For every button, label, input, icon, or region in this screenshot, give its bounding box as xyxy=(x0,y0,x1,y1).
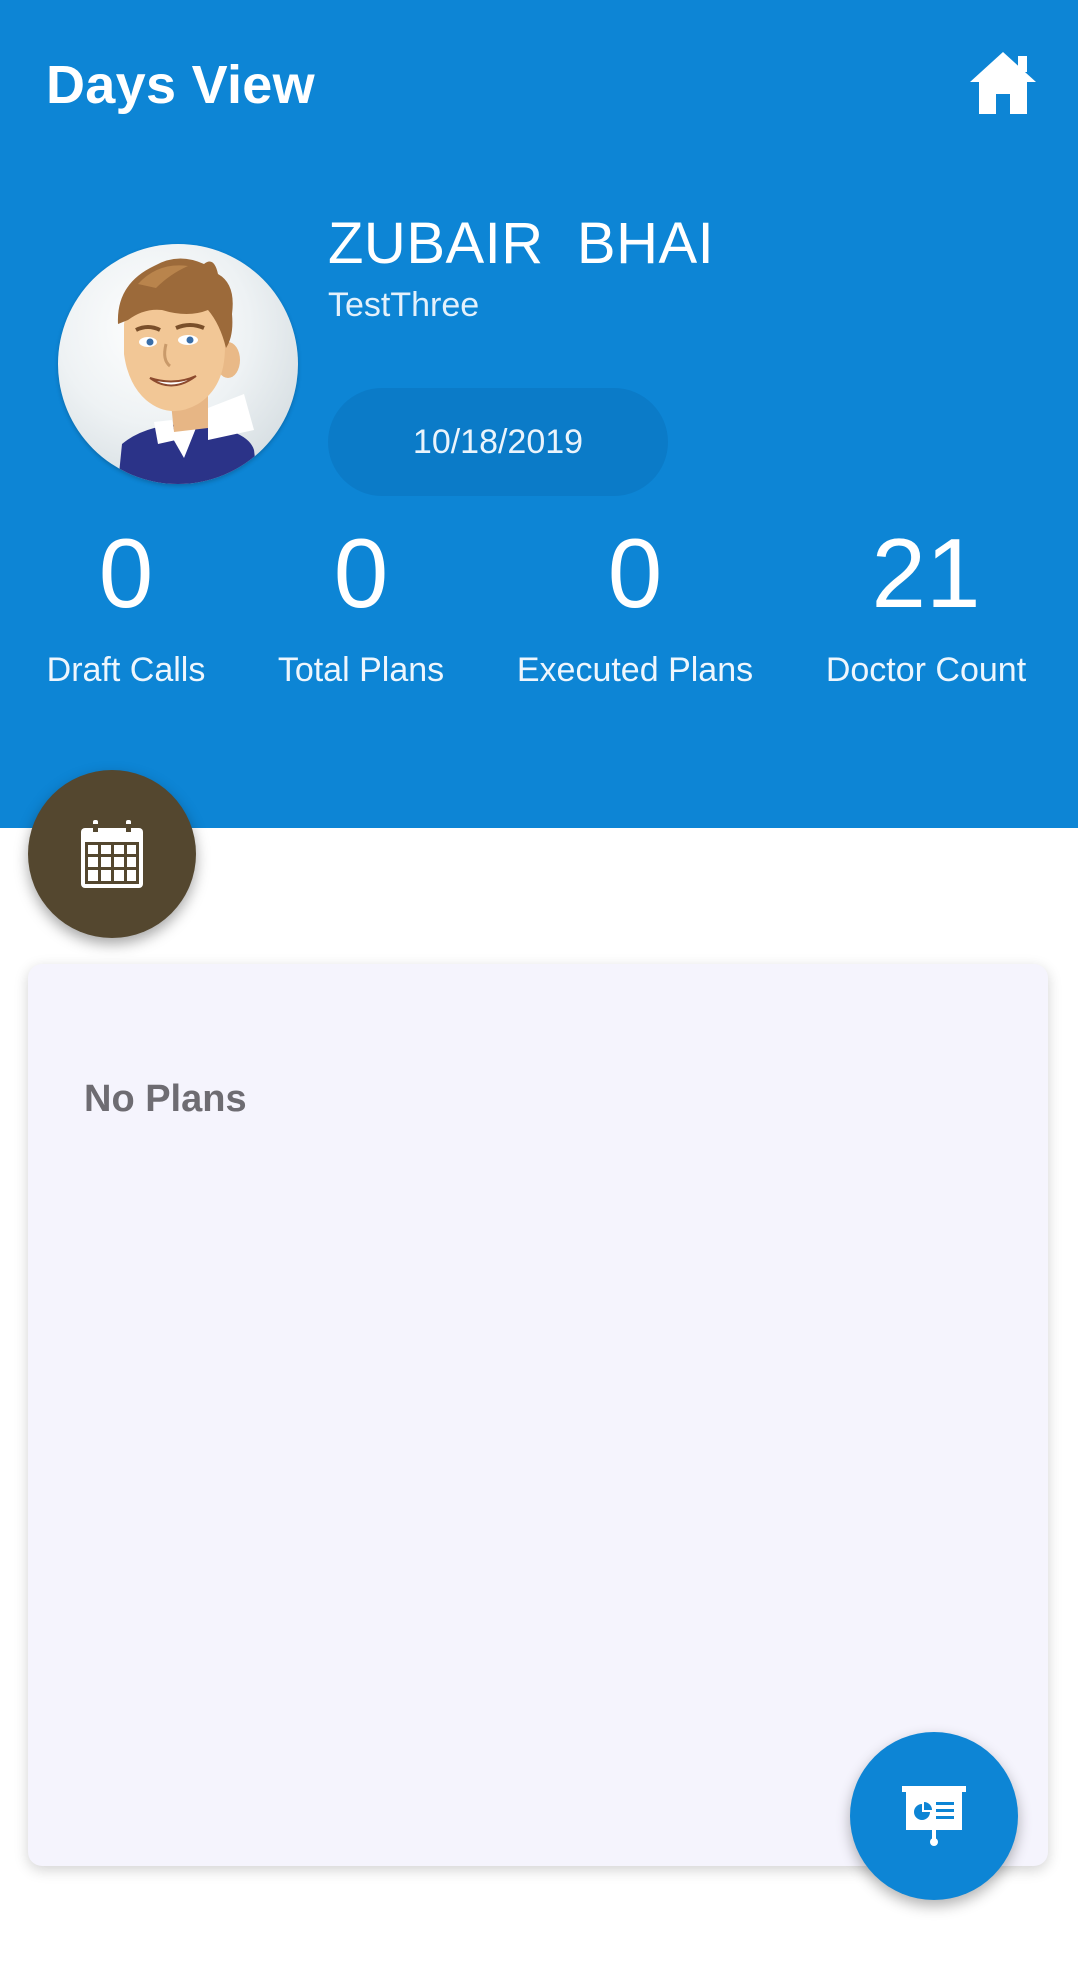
home-button[interactable] xyxy=(966,50,1040,116)
stat-label: Executed Plans xyxy=(516,651,754,689)
stat-total-plans: 0 Total Plans xyxy=(266,518,456,690)
calendar-button[interactable] xyxy=(28,770,196,938)
user-subtitle: TestThree xyxy=(328,286,480,324)
avatar xyxy=(58,244,298,484)
avatar-image xyxy=(117,258,258,484)
stat-label: Doctor Count xyxy=(825,651,1027,689)
calendar-icon xyxy=(81,820,143,888)
stat-draft-calls: 0 Draft Calls xyxy=(36,518,216,690)
stat-doctor-count: 21 Doctor Count xyxy=(808,518,1044,690)
stat-label: Draft Calls xyxy=(46,651,206,689)
empty-plans-text: No Plans xyxy=(84,1078,247,1120)
plans-card: No Plans xyxy=(28,964,1048,1866)
stat-value: 0 xyxy=(333,518,389,628)
stat-executed-plans: 0 Executed Plans xyxy=(505,518,765,690)
user-name: ZUBAIR BHAI xyxy=(328,211,715,276)
stat-value: 21 xyxy=(871,518,981,628)
stat-label: Total Plans xyxy=(277,651,445,689)
page-title: Days View xyxy=(46,55,315,115)
stat-value: 0 xyxy=(607,518,663,628)
days-view-screen: Days View ZUBAIR BHAI TestThree 10/18/20… xyxy=(0,0,1078,1961)
presentation-button[interactable] xyxy=(850,1732,1018,1900)
profile-header: Days View ZUBAIR BHAI TestThree 10/18/20… xyxy=(0,0,1078,828)
date-selector[interactable]: 10/18/2019 xyxy=(328,388,668,496)
stat-value: 0 xyxy=(98,518,154,628)
home-icon xyxy=(970,52,1036,114)
presentation-icon xyxy=(902,1786,966,1846)
